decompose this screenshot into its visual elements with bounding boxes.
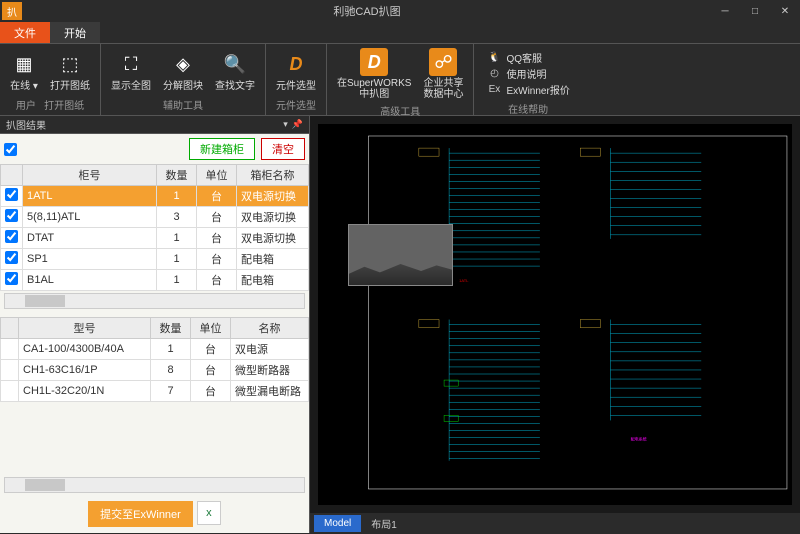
d-logo-icon: D: [282, 51, 310, 79]
row-checkbox[interactable]: [5, 230, 18, 243]
exwinner-button[interactable]: ExExWinner报价: [486, 81, 569, 97]
svg-text:1ATL: 1ATL: [459, 278, 469, 283]
table-row[interactable]: B1AL1台配电箱: [1, 270, 309, 291]
select-all-checkbox[interactable]: [4, 143, 17, 156]
window-title: 利驰CAD扒图: [24, 3, 710, 19]
layout1-tab[interactable]: 布局1: [361, 513, 407, 534]
export-excel-button[interactable]: x: [197, 501, 221, 525]
table-row[interactable]: CH1-63C16/1P8台微型断路器: [1, 360, 309, 381]
superworks-button[interactable]: D 在SuperWORKS 中扒图: [331, 46, 417, 102]
row-checkbox[interactable]: [5, 251, 18, 264]
open-icon: ⬚: [56, 51, 84, 79]
row-checkbox[interactable]: [5, 188, 18, 201]
share-center-button[interactable]: ☍ 企业共享 数据中心: [417, 46, 469, 102]
tab-file[interactable]: 文件: [0, 22, 50, 43]
qq-service-button[interactable]: 🐧QQ客服: [486, 49, 569, 65]
ex-icon: Ex: [486, 82, 502, 96]
maximize-button[interactable]: □: [740, 0, 770, 22]
link-icon: ☍: [429, 48, 457, 76]
panel-title: 扒图结果: [6, 117, 46, 132]
table-row[interactable]: DTAT1台双电源切换: [1, 228, 309, 249]
explode-button[interactable]: ◈ 分解图块: [157, 46, 209, 96]
submit-exwinner-button[interactable]: 提交至ExWinner: [88, 501, 193, 527]
row-checkbox[interactable]: [5, 209, 18, 222]
row-checkbox[interactable]: [5, 272, 18, 285]
preview-thumbnail: [348, 224, 453, 286]
table-row[interactable]: 1ATL1台双电源切换: [1, 186, 309, 207]
qq-icon: 🐧: [486, 50, 502, 64]
fit-icon: ⛶: [117, 51, 145, 79]
table-row[interactable]: SP11台配电箱: [1, 249, 309, 270]
table-row[interactable]: CA1-100/4300B/40A1台双电源: [1, 339, 309, 360]
close-button[interactable]: ✕: [770, 0, 800, 22]
app-logo: 扒: [2, 2, 22, 20]
grid-icon: ▦: [10, 51, 38, 79]
cube-icon: ◈: [169, 51, 197, 79]
hscrollbar[interactable]: [4, 293, 305, 309]
search-icon: 🔍: [221, 51, 249, 79]
svg-text:配电系统: 配电系统: [631, 436, 647, 442]
new-cabinet-button[interactable]: 新建箱柜: [189, 138, 255, 160]
help-icon: ◴: [486, 66, 502, 80]
component-table: 型号 数量 单位 名称 CA1-100/4300B/40A1台双电源 CH1-6…: [0, 317, 309, 402]
open-drawing-button[interactable]: ⬚ 打开图纸: [44, 46, 96, 96]
help-button[interactable]: ◴使用说明: [486, 65, 569, 81]
pin-icon[interactable]: 📌: [292, 119, 303, 130]
table-row[interactable]: CH1L-32C20/1N7台微型漏电断路: [1, 381, 309, 402]
component-select-button[interactable]: D 元件选型: [270, 46, 322, 96]
cad-canvas[interactable]: 1ATL: [318, 124, 792, 505]
tab-start[interactable]: 开始: [50, 22, 100, 43]
d-logo-icon: D: [360, 48, 388, 76]
cabinet-table: 柜号 数量 单位 箱柜名称 1ATL1台双电源切换 5(8,11)ATL3台双电…: [0, 164, 309, 291]
find-text-button[interactable]: 🔍 查找文字: [209, 46, 261, 96]
model-tab[interactable]: Model: [314, 515, 361, 532]
table-row[interactable]: 5(8,11)ATL3台双电源切换: [1, 207, 309, 228]
fit-all-button[interactable]: ⛶ 显示全图: [105, 46, 157, 96]
dropdown-icon[interactable]: ▾: [283, 119, 288, 130]
hscrollbar[interactable]: [4, 477, 305, 493]
clear-button[interactable]: 清空: [261, 138, 305, 160]
online-button[interactable]: ▦ 在线 ▾: [4, 46, 44, 96]
minimize-button[interactable]: ─: [710, 0, 740, 22]
excel-icon: x: [206, 507, 212, 519]
